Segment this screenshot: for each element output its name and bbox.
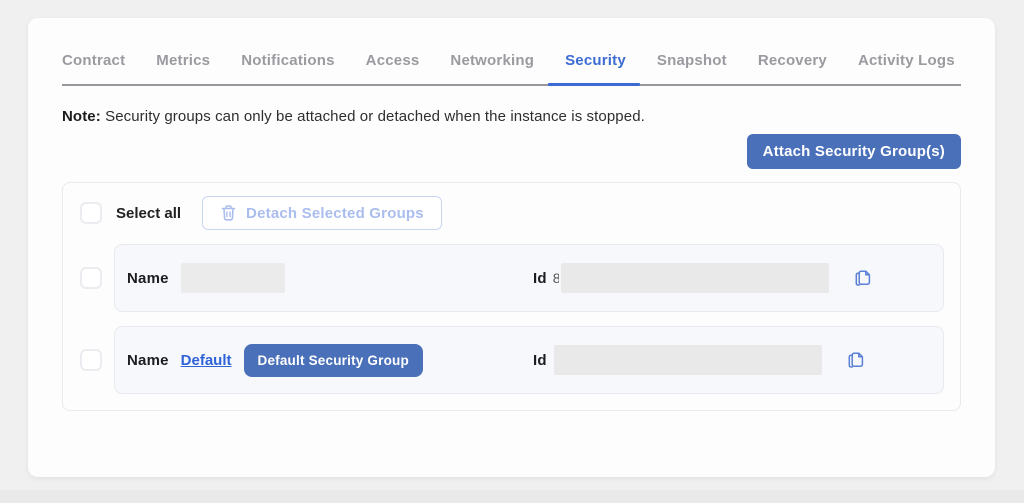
security-group-row: Name Id 8 (80, 244, 944, 312)
tab-access[interactable]: Access (366, 52, 420, 84)
select-all-label: Select all (116, 204, 182, 222)
redacted-name-value (180, 263, 285, 293)
redacted-id-value (553, 345, 822, 375)
security-groups-panel: Select all Detach Selected Groups Name I… (62, 182, 961, 411)
note-body: Security groups can only be attached or … (100, 108, 645, 125)
attach-security-group-button[interactable]: Attach Security Group(s) (746, 134, 961, 169)
row-checkbox[interactable] (80, 267, 102, 289)
security-group-card: Name Id 8 (114, 244, 944, 312)
trash-icon (220, 204, 237, 222)
copy-icon (846, 352, 866, 374)
tab-metrics[interactable]: Metrics (156, 52, 210, 84)
id-label: Id (533, 351, 547, 369)
tab-recovery[interactable]: Recovery (758, 52, 827, 84)
note-text: Note: Security groups can only be attach… (62, 108, 961, 125)
security-group-card: Name Default Default Security Group Id (114, 326, 944, 394)
security-group-row-default: Name Default Default Security Group Id (80, 326, 944, 394)
id-label: Id (533, 269, 547, 287)
detach-button-label: Detach Selected Groups (246, 204, 424, 222)
tab-bar: Contract Metrics Notifications Access Ne… (62, 52, 961, 86)
tab-activity-logs[interactable]: Activity Logs (858, 52, 955, 84)
note-label: Note: (62, 108, 101, 125)
select-all-checkbox[interactable] (80, 202, 102, 224)
copy-id-button[interactable] (846, 349, 866, 371)
copy-id-button[interactable] (853, 267, 873, 289)
security-settings-card: Contract Metrics Notifications Access Ne… (28, 18, 995, 477)
tab-snapshot[interactable]: Snapshot (657, 52, 727, 84)
tab-networking[interactable]: Networking (450, 52, 534, 84)
id-visible-prefix: 8 (552, 270, 559, 286)
default-group-link[interactable]: Default (181, 352, 232, 369)
name-label: Name (127, 269, 169, 287)
name-label: Name (127, 351, 169, 369)
tab-contract[interactable]: Contract (62, 52, 125, 84)
default-security-group-badge: Default Security Group (243, 343, 423, 377)
tab-security[interactable]: Security (548, 52, 640, 86)
row-checkbox[interactable] (80, 349, 102, 371)
tab-notifications[interactable]: Notifications (241, 52, 334, 84)
next-section-edge (0, 490, 1024, 503)
copy-icon (853, 270, 873, 292)
redacted-id-value (560, 263, 829, 293)
detach-selected-groups-button[interactable]: Detach Selected Groups (202, 196, 442, 230)
